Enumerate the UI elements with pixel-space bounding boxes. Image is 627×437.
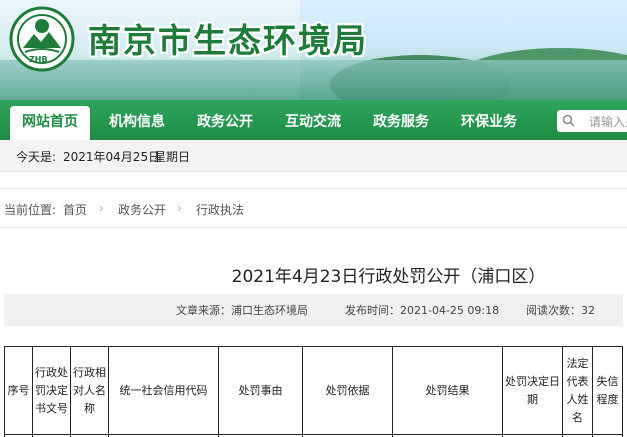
breadcrumb-label: 当前位置: xyxy=(4,203,57,217)
breadcrumb: 当前位置: 首页 › 政务公开 › 行政执法 xyxy=(0,188,627,228)
breadcrumb-law-enforcement[interactable]: 行政执法 xyxy=(196,201,244,218)
nav-item-environment-business[interactable]: 环保业务 xyxy=(454,100,524,140)
column-header: 处罚事由 xyxy=(218,346,303,435)
nav-item-government-affairs[interactable]: 政务公开 xyxy=(190,100,260,140)
search-icon[interactable] xyxy=(562,114,575,127)
logo-text: ZHB xyxy=(29,55,48,64)
article-meta: 文章来源：浦口生态环境局 发布时间：2021-04-25 09:18 阅读次数：… xyxy=(4,294,623,326)
current-weekday: 星期日 xyxy=(154,150,191,164)
article-source: 文章来源：浦口生态环境局 xyxy=(176,304,308,317)
current-date: 2021年04月25日 xyxy=(63,150,161,164)
breadcrumb-separator-icon: › xyxy=(99,201,104,215)
nav-item-services[interactable]: 政务服务 xyxy=(366,100,436,140)
column-header: 处罚决定日期 xyxy=(502,346,563,435)
column-header: 法定代表人姓名 xyxy=(562,346,593,435)
search-input[interactable]: 请输入关 xyxy=(557,110,627,132)
nav-item-interaction[interactable]: 互动交流 xyxy=(278,100,348,140)
column-header: 行政相对人名称 xyxy=(70,346,109,435)
table-header-row: 序号 行政处罚决定书文号 行政相对人名称 统一社会信用代码 处罚事由 处罚依据 … xyxy=(4,346,623,435)
article-views: 阅读次数：32 xyxy=(526,304,595,317)
column-header: 统一社会信用代码 xyxy=(108,346,219,435)
article-published: 发布时间：2021-04-25 09:18 xyxy=(345,304,500,317)
column-header: 处罚结果 xyxy=(392,346,503,435)
banner-water xyxy=(0,60,627,100)
date-bar: 今天是: 2021年04月25日 星期日 xyxy=(0,140,627,172)
main-nav: 网站首页 机构信息 政务公开 互动交流 政务服务 环保业务 xyxy=(0,100,627,140)
breadcrumb-separator-icon: › xyxy=(177,201,182,215)
breadcrumb-home[interactable]: 首页 xyxy=(63,201,87,218)
article-title: 2021年4月23日行政处罚公开（浦口区） xyxy=(231,267,546,287)
nav-item-organization[interactable]: 机构信息 xyxy=(102,100,172,140)
column-header: 行政处罚决定书文号 xyxy=(32,346,71,435)
site-banner: ZHB 南京市生态环境局 xyxy=(0,0,627,100)
column-header: 处罚依据 xyxy=(302,346,393,435)
date-label: 今天是: xyxy=(16,150,57,164)
breadcrumb-government-affairs[interactable]: 政务公开 xyxy=(118,201,166,218)
search-placeholder: 请输入关 xyxy=(589,115,627,129)
penalty-table: 序号 行政处罚决定书文号 行政相对人名称 统一社会信用代码 处罚事由 处罚依据 … xyxy=(4,346,623,437)
column-header: 失信程度 xyxy=(592,346,623,435)
site-title: 南京市生态环境局 xyxy=(88,21,368,60)
nav-item-home[interactable]: 网站首页 xyxy=(10,106,90,140)
column-header: 序号 xyxy=(4,346,33,435)
